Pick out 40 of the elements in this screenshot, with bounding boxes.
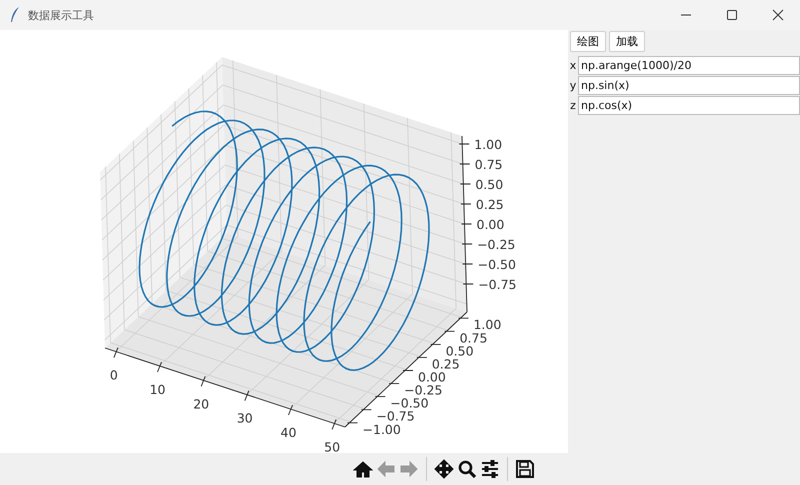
- y-tick-label: 0.25: [432, 356, 460, 372]
- field-label: z: [569, 98, 577, 112]
- y-tick-label: 1.00: [473, 317, 502, 332]
- z-tick-label: 0.50: [475, 177, 504, 192]
- z-tick-label: 0.75: [474, 157, 503, 172]
- x-tick-label: 20: [193, 396, 210, 412]
- z-tick-label: 0.25: [476, 197, 504, 212]
- close-icon[interactable]: [772, 9, 784, 21]
- input-field[interactable]: np.cos(x): [578, 96, 800, 114]
- y-tick-label: 0.75: [460, 330, 488, 346]
- y-tick-label: 0.50: [446, 343, 474, 358]
- z-tick-label: 0.00: [476, 217, 504, 232]
- move-icon[interactable]: [434, 459, 454, 479]
- field-label: x: [568, 58, 578, 72]
- sliders-icon[interactable]: [480, 459, 500, 479]
- toolbar-button[interactable]: 绘图: [570, 31, 606, 52]
- y-tick-label: 0.00: [418, 370, 446, 384]
- field-label: y: [568, 78, 578, 92]
- save-icon[interactable]: [515, 459, 535, 479]
- search-icon[interactable]: [457, 459, 477, 479]
- y-tick-label: −0.50: [390, 396, 429, 411]
- x-tick-label: 10: [150, 382, 166, 397]
- x-tick-label: 50: [324, 439, 340, 453]
- input-field[interactable]: np.sin(x): [578, 76, 800, 94]
- y-tick-label: −0.25: [404, 382, 442, 398]
- toolbar-button[interactable]: 加载: [609, 31, 645, 52]
- maximize-icon[interactable]: [726, 9, 738, 21]
- y-tick-label: −1.00: [362, 422, 401, 437]
- z-tick-label: −0.25: [477, 237, 516, 252]
- z-tick-label: −0.50: [478, 257, 516, 272]
- x-tick-label: 0: [110, 368, 118, 383]
- input-field[interactable]: np.arange(1000)/20: [578, 56, 800, 74]
- window-title: 数据展示工具: [28, 8, 94, 22]
- z-tick-label: 1.00: [474, 137, 502, 152]
- z-tick-label: −0.75: [478, 277, 517, 292]
- feather-icon: [10, 7, 20, 23]
- home-icon[interactable]: [353, 459, 373, 479]
- x-tick-label: 30: [236, 410, 253, 426]
- y-tick-label: −0.75: [376, 408, 415, 424]
- x-tick-label: 40: [280, 425, 296, 440]
